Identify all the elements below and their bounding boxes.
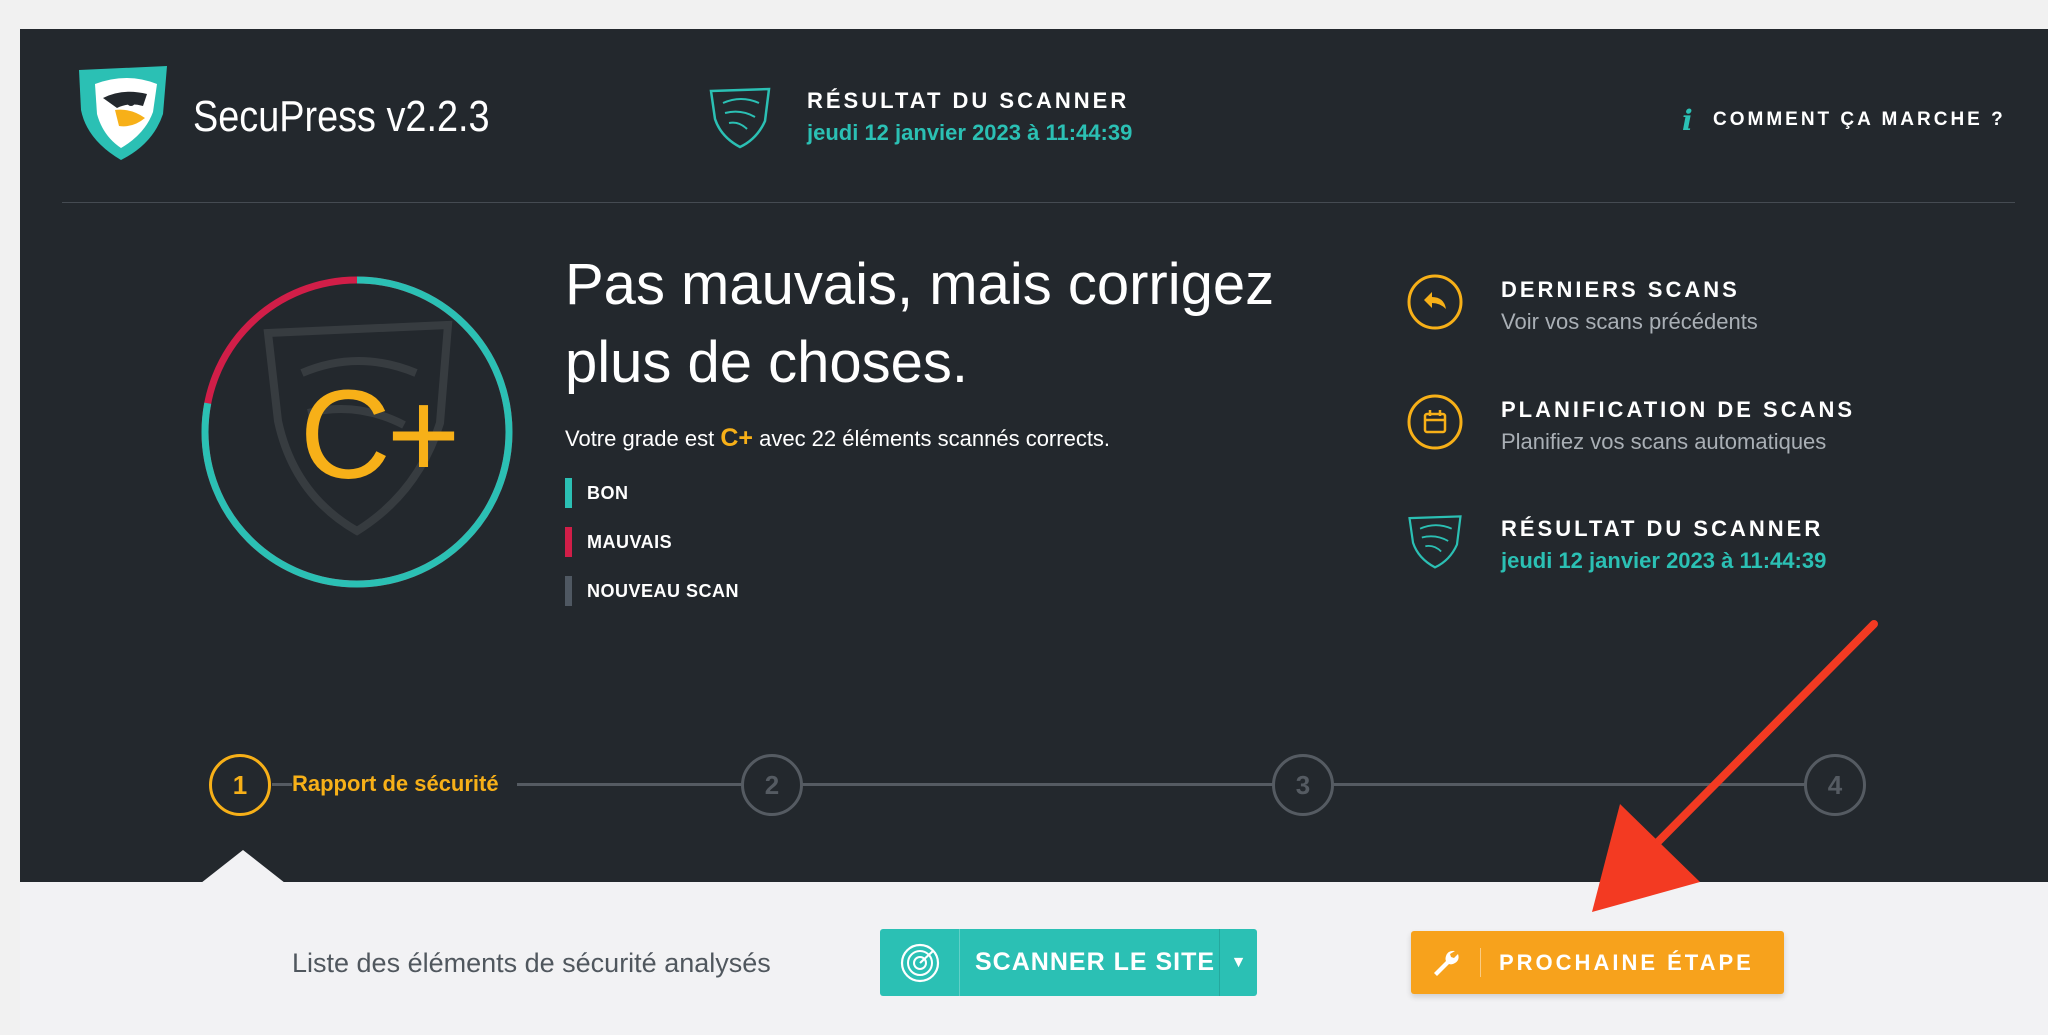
step-2[interactable]: 2 [741, 754, 803, 816]
grade-headline: Pas mauvais, mais corrigez plus de chose… [565, 252, 1275, 395]
secupress-logo-icon [79, 66, 167, 160]
history-icon[interactable] [1406, 273, 1464, 331]
side-item-scan-schedule[interactable]: PLANIFICATION DE SCANS [1501, 397, 1855, 423]
how-it-works-link[interactable]: COMMENT ÇA MARCHE ? [1713, 109, 2006, 131]
annotation-arrow-icon [1592, 620, 1878, 912]
grade-inline: C+ [720, 424, 753, 452]
legend-good-swatch [565, 478, 572, 508]
scan-site-button[interactable]: SCANNER LE SITE ▼ [880, 929, 1257, 996]
next-step-button[interactable]: PROCHAINE ÉTAPE [1411, 931, 1784, 994]
scan-options-dropdown[interactable]: ▼ [1219, 929, 1257, 996]
grade-letter: C+ [299, 364, 461, 505]
step-3[interactable]: 3 [1272, 754, 1334, 816]
side-item-scan-result-date: jeudi 12 janvier 2023 à 11:44:39 [1501, 548, 1827, 573]
legend-bad: MAUVAIS [565, 527, 672, 557]
side-item-last-scans[interactable]: DERNIERS SCANS [1501, 277, 1740, 303]
analyzed-items-label: Liste des éléments de sécurité analysés [292, 948, 771, 978]
side-item-scan-schedule-sub: Planifiez vos scans automatiques [1501, 429, 1827, 454]
legend-good: BON [565, 478, 629, 508]
legend-new-scan: NOUVEAU SCAN [565, 576, 739, 606]
header-divider [62, 202, 2015, 203]
grade-sentence: Votre grade est C+ avec 22 éléments scan… [565, 424, 1111, 452]
scan-site-label[interactable]: SCANNER LE SITE [960, 948, 1219, 977]
side-item-scan-result[interactable]: RÉSULTAT DU SCANNER [1501, 516, 1823, 542]
info-icon[interactable]: i [1682, 104, 1693, 137]
scan-result-label: RÉSULTAT DU SCANNER [807, 88, 1130, 113]
scan-result-date: jeudi 12 janvier 2023 à 11:44:39 [807, 120, 1133, 145]
secupress-shield-icon[interactable] [1406, 512, 1464, 570]
calendar-icon[interactable] [1406, 393, 1464, 451]
app-title: SecuPress v2.2.3 [193, 92, 490, 141]
next-step-label[interactable]: PROCHAINE ÉTAPE [1481, 950, 1754, 976]
step-1[interactable]: 1 [209, 754, 271, 816]
legend-bad-swatch [565, 527, 572, 557]
step-1-label[interactable]: Rapport de sécurité [292, 771, 517, 797]
wrench-icon [1411, 931, 1481, 994]
active-step-pointer [201, 850, 285, 883]
legend-new-scan-swatch [565, 576, 572, 606]
side-item-last-scans-sub: Voir vos scans précédents [1501, 309, 1758, 334]
secupress-shield-icon [709, 87, 771, 149]
radar-icon [880, 929, 960, 996]
